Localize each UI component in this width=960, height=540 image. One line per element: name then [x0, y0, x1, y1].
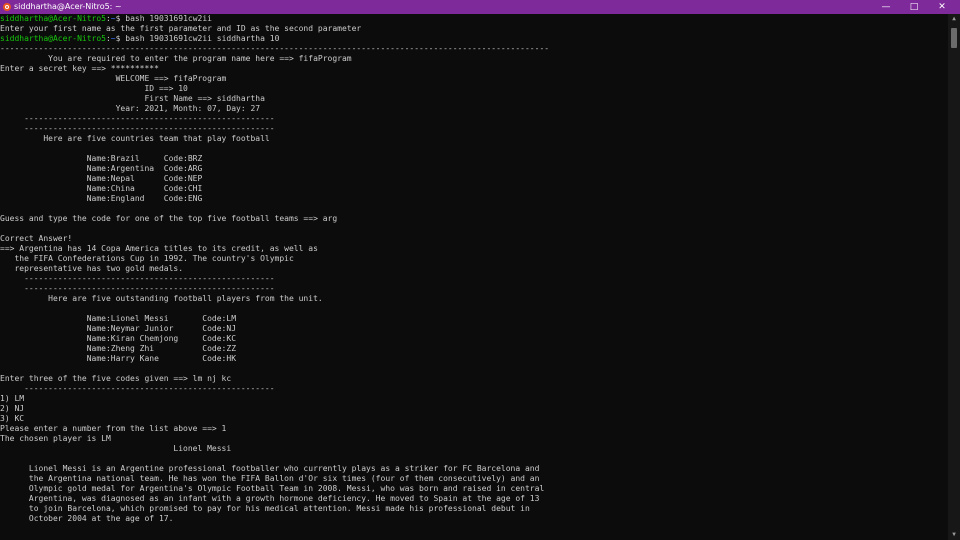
output-line: the FIFA Confederations Cup in 1992. The…: [0, 254, 294, 263]
menu-option: 2) NJ: [0, 404, 25, 413]
output-line: Year: 2021, Month: 07, Day: 27: [0, 104, 261, 113]
output-line: WELCOME ==> fifaProgram: [0, 74, 227, 83]
output-line: Enter three of the five codes given ==> …: [0, 374, 232, 383]
output-line: Guess and type the code for one of the t…: [0, 214, 338, 223]
bio-line: Argentina, was diagnosed as an infant wi…: [0, 494, 540, 503]
prompt-symbol: $: [115, 34, 126, 43]
output-line: You are required to enter the program na…: [0, 54, 352, 63]
prompt-command: bash 19031691cw2ii: [125, 14, 212, 23]
prompt-line: siddhartha@Acer-Nitro5:~$ bash 19031691c…: [0, 34, 948, 44]
ubuntu-icon: [3, 3, 11, 11]
output-line: ID ==> 10: [0, 84, 188, 93]
player-row: Name:Harry Kane Code:HK: [0, 354, 237, 363]
menu-option: 3) KC: [0, 414, 25, 423]
output-line: First Name ==> siddhartha: [0, 94, 265, 103]
bio-line: to join Barcelona, which promised to pay…: [0, 504, 530, 513]
bio-line: the Argentina national team. He has won …: [0, 474, 540, 483]
maximize-button[interactable]: □: [900, 0, 928, 14]
output-line: Correct Answer!: [0, 234, 73, 243]
output-line: representative has two gold medals.: [0, 264, 184, 273]
team-row: Name:China Code:CHI: [0, 184, 203, 193]
prompt-user: siddhartha@Acer-Nitro5: [0, 14, 106, 23]
team-row: Name:Nepal Code:NEP: [0, 174, 203, 183]
output-line: The chosen player is LM: [0, 434, 111, 443]
player-row: Name:Neymar Junior Code:NJ: [0, 324, 237, 333]
separator-line: ----------------------------------------…: [0, 114, 275, 123]
prompt-line: siddhartha@Acer-Nitro5:~$ bash 19031691c…: [0, 14, 948, 24]
window-titlebar: siddhartha@Acer-Nitro5: ~ — □ ✕: [0, 0, 960, 14]
menu-option: 1) LM: [0, 394, 25, 403]
output-line: ==> Argentina has 14 Copa America titles…: [0, 244, 318, 253]
close-button[interactable]: ✕: [928, 0, 956, 14]
output-line: Here are five countries team that play f…: [0, 134, 270, 143]
separator-line: ----------------------------------------…: [0, 124, 275, 133]
team-row: Name:England Code:ENG: [0, 194, 203, 203]
separator-line: ----------------------------------------…: [0, 384, 275, 393]
prompt-user: siddhartha@Acer-Nitro5: [0, 34, 106, 43]
prompt-symbol: $: [115, 14, 126, 23]
player-row: Name:Kiran Chemjong Code:KC: [0, 334, 237, 343]
terminal-output[interactable]: siddhartha@Acer-Nitro5:~$ bash 19031691c…: [0, 14, 948, 540]
output-line: Please enter a number from the list abov…: [0, 424, 227, 433]
separator-line: ----------------------------------------…: [0, 44, 550, 53]
player-heading: Lionel Messi: [0, 444, 232, 453]
separator-line: ----------------------------------------…: [0, 274, 275, 283]
bio-line: Olympic gold medal for Argentina's Olymp…: [0, 484, 545, 493]
team-row: Name:Argentina Code:ARG: [0, 164, 203, 173]
team-row: Name:Brazil Code:BRZ: [0, 154, 203, 163]
prompt-command: bash 19031691cw2ii siddhartha 10: [125, 34, 280, 43]
bio-line: Lionel Messi is an Argentine professiona…: [0, 464, 540, 473]
output-line: Enter a secret key ==> **********: [0, 64, 159, 73]
bio-line: October 2004 at the age of 17.: [0, 514, 174, 523]
minimize-button[interactable]: —: [872, 0, 900, 14]
scrollbar[interactable]: ▲ ▼: [948, 14, 960, 540]
scroll-down-icon[interactable]: ▼: [948, 530, 960, 540]
player-row: Name:Zheng Zhi Code:ZZ: [0, 344, 237, 353]
separator-line: ----------------------------------------…: [0, 284, 275, 293]
window-title: siddhartha@Acer-Nitro5: ~: [14, 2, 122, 11]
player-row: Name:Lionel Messi Code:LM: [0, 314, 237, 323]
scrollbar-thumb[interactable]: [951, 28, 957, 48]
output-line: Enter your first name as the first param…: [0, 24, 362, 33]
output-line: Here are five outstanding football playe…: [0, 294, 323, 303]
scroll-up-icon[interactable]: ▲: [948, 14, 960, 24]
